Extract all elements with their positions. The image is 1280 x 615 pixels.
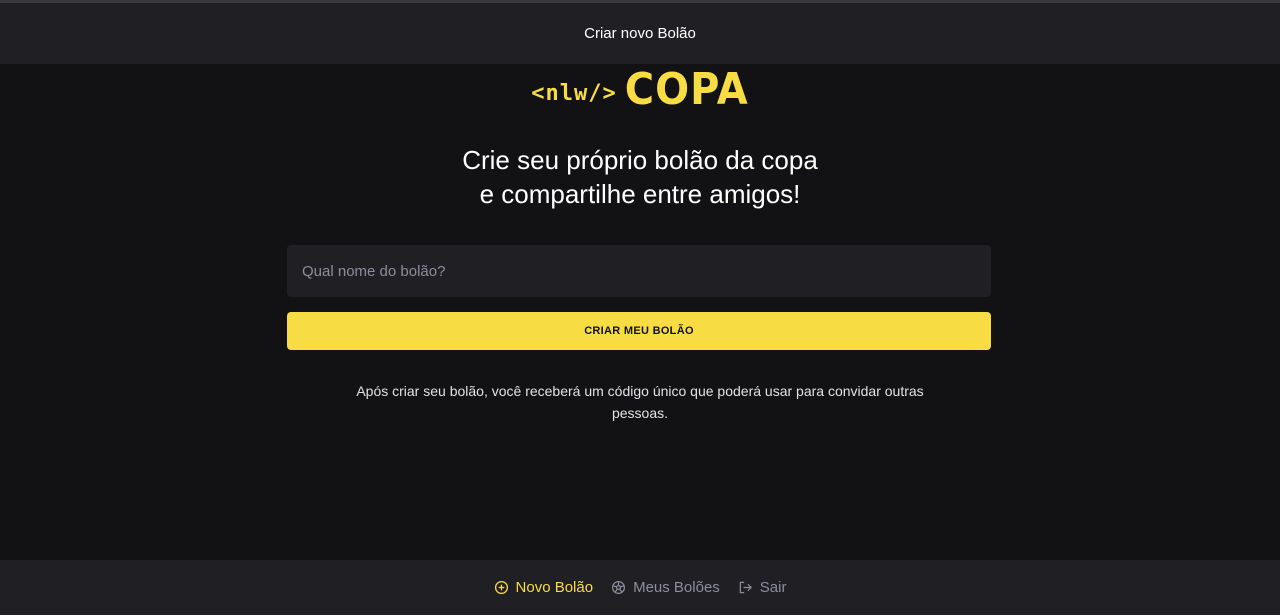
- logo-word: COPA: [624, 65, 749, 115]
- info-text: Após criar seu bolão, você receberá um c…: [356, 383, 924, 421]
- page-title: Criar novo Bolão: [584, 25, 696, 42]
- create-pool-button[interactable]: CRIAR MEU BOLÃO: [287, 312, 991, 350]
- nav-item-meus-boloes[interactable]: Meus Bolões: [611, 579, 720, 596]
- nav-item-label: Sair: [759, 579, 787, 596]
- headline-line-1: Crie seu próprio bolão da copa: [462, 145, 818, 175]
- header: Criar novo Bolão: [0, 3, 1280, 64]
- soccer-ball-icon: [611, 580, 626, 595]
- logo: <nlw/> COPA: [0, 65, 1280, 115]
- nav-item-novo-bolao[interactable]: Novo Bolão: [494, 579, 594, 596]
- pool-name-input[interactable]: [287, 245, 991, 297]
- headline-line-2: e compartilhe entre amigos!: [479, 179, 801, 209]
- bottom-nav: Novo Bolão Meus Bolões Sair: [0, 560, 1280, 615]
- nav-item-label: Novo Bolão: [515, 579, 594, 596]
- nav-item-sair[interactable]: Sair: [738, 579, 787, 596]
- logo-tag: <nlw/>: [531, 80, 617, 106]
- headline: Crie seu próprio bolão da copa e compart…: [0, 143, 1280, 211]
- sign-out-icon: [738, 580, 753, 595]
- app-root: Criar novo Bolão <nlw/> COPA Crie seu pr…: [0, 0, 1280, 615]
- pool-name-field: [287, 245, 991, 297]
- nav-item-label: Meus Bolões: [633, 579, 720, 596]
- plus-circle-icon: [494, 580, 509, 595]
